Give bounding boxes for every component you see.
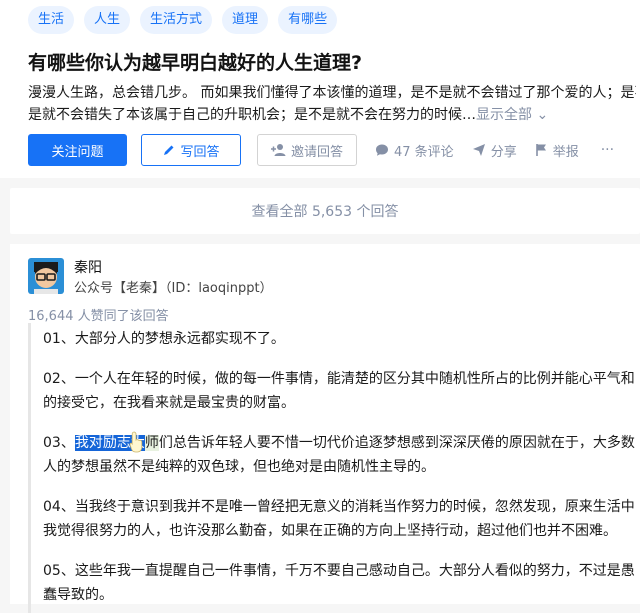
topic-tag[interactable]: 有哪些 xyxy=(278,6,338,34)
pencil-icon xyxy=(164,145,174,155)
description-line: 是就不会错失了本该属于自己的升职机会；是不是就不会在努力的时候…显示全部 ⌄ xyxy=(28,107,549,123)
comments-button[interactable]: 47 条评论 xyxy=(375,141,454,160)
author-headline: 公众号【老秦】（ID：laoqinppt） xyxy=(74,281,273,296)
answer-paragraph: 03、我对励志大师们总告诉年轻人要不惜一切代价追逐梦想感到深深厌倦的原因就在于，… xyxy=(43,435,635,475)
topic-tag[interactable]: 道理 xyxy=(222,6,269,34)
report-button[interactable]: 举报 xyxy=(535,141,579,160)
cursor-icon xyxy=(129,431,143,453)
answer-content: 01、大部分人的梦想永远都实现不了。 02、一个人在年轻的时候，做的每一件事情，… xyxy=(28,323,640,613)
add-user-icon xyxy=(270,144,286,156)
topic-tags: 生活 人生 生活方式 道理 有哪些 xyxy=(28,6,338,34)
author-name[interactable]: 秦阳 xyxy=(74,257,102,277)
invite-answer-button[interactable]: 邀请回答 xyxy=(257,134,357,166)
chevron-down-icon: ⌄ xyxy=(536,107,549,123)
question-card: 生活 人生 生活方式 道理 有哪些 有哪些你认为越早明白越好的人生道理? 漫漫人… xyxy=(0,0,640,178)
topic-tag[interactable]: 生活方式 xyxy=(140,6,213,34)
answer-paragraph: 02、一个人在年轻的时候，做的每一件事情，能清楚的区分其中随机性所占的比例并能心… xyxy=(43,371,635,411)
write-answer-button[interactable]: 写回答 xyxy=(141,134,241,166)
flag-icon xyxy=(535,144,546,156)
share-icon xyxy=(472,144,485,156)
topic-tag[interactable]: 生活 xyxy=(28,6,75,34)
share-button[interactable]: 分享 xyxy=(472,141,517,160)
comment-icon xyxy=(376,144,388,156)
view-all-answers-button[interactable]: 查看全部 5,653 个回答 xyxy=(10,188,640,234)
show-all-link[interactable]: 显示全部 ⌄ xyxy=(476,107,548,123)
more-button[interactable]: ··· xyxy=(601,142,614,158)
question-title[interactable]: 有哪些你认为越早明白越好的人生道理? xyxy=(28,48,362,75)
answer-paragraph: 01、大部分人的梦想永远都实现不了。 xyxy=(43,331,285,347)
answer-card: 秦阳 公众号【老秦】（ID：laoqinppt） 16,644 人赞同了该回答 … xyxy=(10,244,640,613)
description-line: 漫漫人生路，总会错几步。 而如果我们懂得了本该懂的道理，是不是就不会错过了那个爱… xyxy=(28,85,636,101)
avatar[interactable] xyxy=(28,258,64,294)
vote-count: 16,644 人赞同了该回答 xyxy=(28,309,169,324)
answer-paragraph: 04、当我终于意识到我并不是唯一曾经把无意义的消耗当作努力的时候，忽然发现，原来… xyxy=(43,499,635,539)
question-description: 漫漫人生路，总会错几步。 而如果我们懂得了本该懂的道理，是不是就不会错过了那个爱… xyxy=(28,82,636,126)
question-actions: 关注问题 写回答 邀请回答 47 条评论 分享 举报 ··· xyxy=(28,134,614,166)
follow-question-button[interactable]: 关注问题 xyxy=(28,134,127,166)
topic-tag[interactable]: 人生 xyxy=(84,6,131,34)
